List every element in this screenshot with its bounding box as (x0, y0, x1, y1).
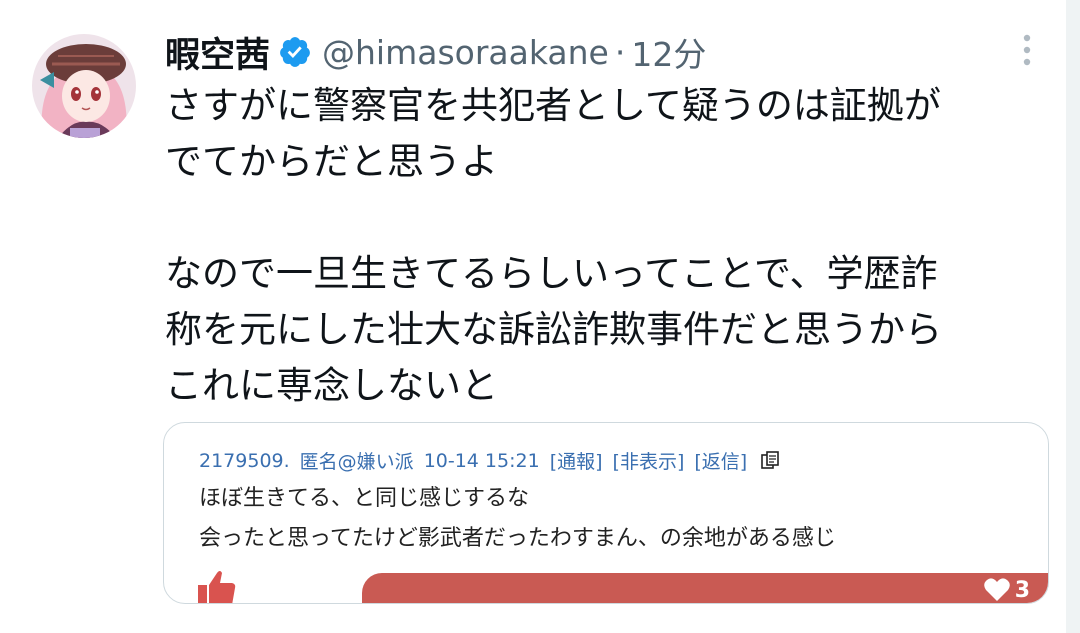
reply-link[interactable]: [返信] (694, 447, 747, 474)
vote-bar (362, 573, 1048, 603)
like-counter[interactable]: 3 (983, 577, 1030, 603)
tweet-text-line: これに専念しないと (165, 364, 498, 407)
tweet-card: 暇空茜 @himasoraakane · 12分 さすがに警察官を共犯者として疑… (0, 0, 1080, 633)
tweet-text-line: でてからだと思うよ (165, 140, 498, 183)
tweet-text-line: なので一旦生きてるらしいってことで、学歴詐 (165, 252, 938, 295)
post-body: ほぼ生きてる、と同じ感じするな 会ったと思ってたけど影武者だったわすまん、の余地… (199, 479, 836, 559)
display-name[interactable]: 暇空茜 (165, 27, 270, 78)
like-count: 3 (1014, 577, 1030, 603)
avatar[interactable] (32, 34, 136, 138)
scrollbar-track (1066, 0, 1080, 633)
thumbs-up-icon[interactable] (194, 565, 238, 604)
tweet-text-line: さすがに警察官を共犯者として疑うのは証拠が (165, 84, 941, 127)
post-datetime: 10-14 15:21 (423, 449, 540, 472)
tweet-text-line: 称を元にした壮大な訴訟詐欺事件だと思うから (165, 308, 942, 351)
hide-link[interactable]: [非表示] (613, 447, 685, 474)
post-body-line: ほぼ生きてる、と同じ感じするな (199, 486, 530, 511)
verified-badge-icon (280, 37, 310, 67)
post-header: 2179509. 匿名@嫌い派 10-14 15:21 [通報] [非表示] [… (199, 447, 781, 474)
post-author: 匿名@嫌い派 (299, 451, 414, 473)
embedded-post-image[interactable]: 2179509. 匿名@嫌い派 10-14 15:21 [通報] [非表示] [… (163, 422, 1049, 604)
tweet-header: 暇空茜 @himasoraakane · 12分 (165, 26, 706, 78)
post-body-line: 会ったと思ってたけど影武者だったわすまん、の余地がある感じ (199, 526, 836, 551)
tweet-text: さすがに警察官を共犯者として疑うのは証拠が でてからだと思うよ なので一旦生きて… (165, 78, 1060, 414)
timestamp[interactable]: 12分 (631, 28, 706, 76)
separator-dot: · (614, 32, 626, 72)
post-number: 2179509. (199, 449, 290, 472)
more-options-icon[interactable] (1013, 30, 1041, 70)
copy-icon[interactable] (759, 450, 781, 472)
handle[interactable]: @himasoraakane (322, 33, 609, 72)
report-link[interactable]: [通報] (550, 447, 603, 474)
heart-icon (983, 578, 1010, 601)
